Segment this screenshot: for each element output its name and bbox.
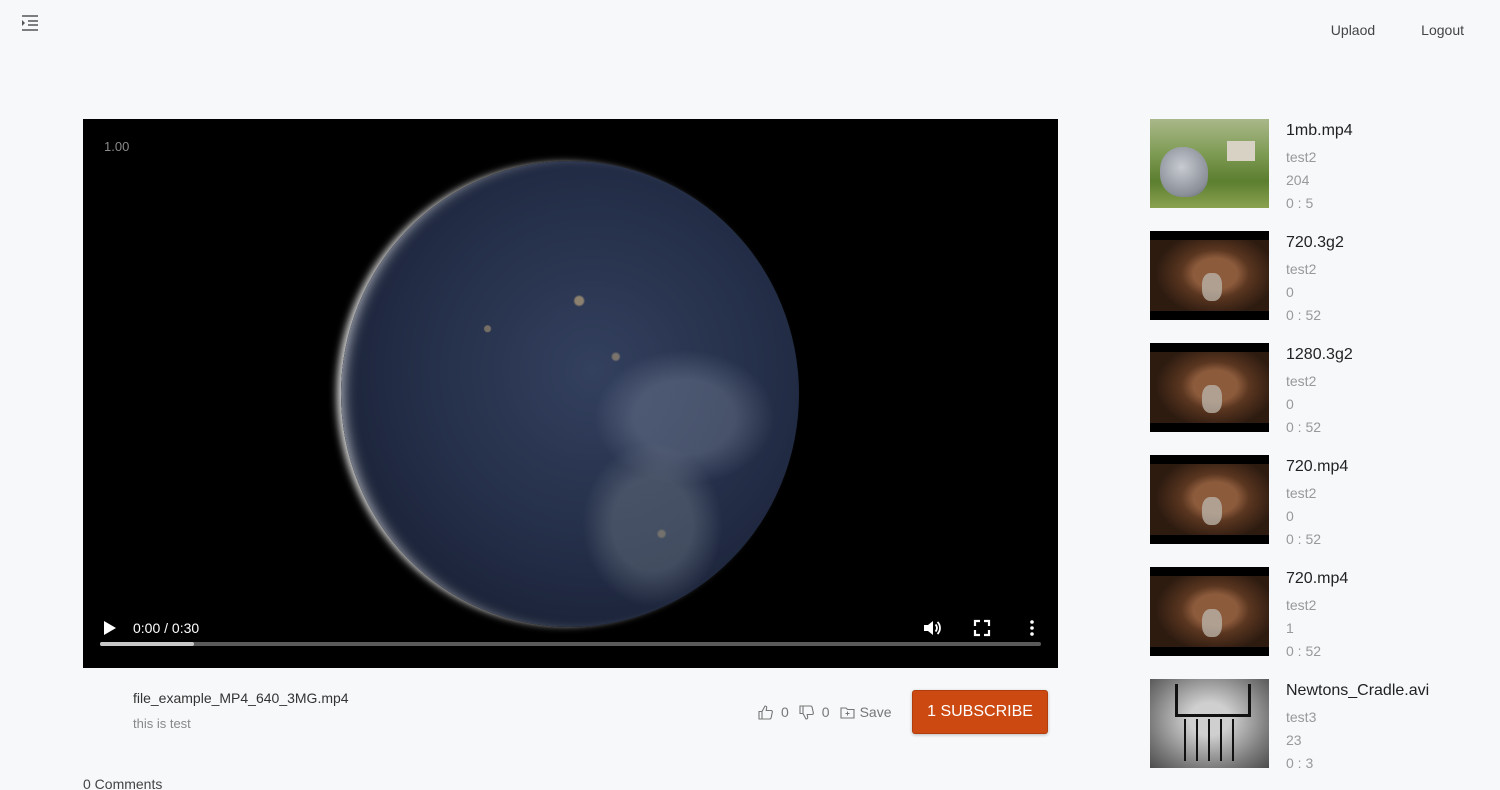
video-thumbnail[interactable]: [1150, 567, 1269, 656]
related-video-views: 0: [1286, 396, 1294, 412]
related-video-title[interactable]: 720.3g2: [1286, 234, 1344, 258]
related-video-title[interactable]: 1mb.mp4: [1286, 122, 1353, 146]
like-count: 0: [781, 704, 789, 720]
subscribe-button[interactable]: 1 SUBSCRIBE: [912, 690, 1048, 734]
video-description: this is test: [133, 716, 191, 731]
related-video-item[interactable]: 1280.3g2 test2 0 0 : 52: [1150, 343, 1480, 455]
related-videos: 1mb.mp4 test2 204 0 : 5 720.3g2 test2 0 …: [1150, 119, 1480, 790]
related-video-user: test2: [1286, 485, 1317, 501]
fullscreen-icon[interactable]: [972, 618, 992, 638]
thumbs-up-icon: [758, 704, 773, 720]
progress-buffered: [100, 642, 195, 646]
video-actions: 0 0 Save: [758, 704, 902, 720]
video-info: file_example_MP4_640_3MG.mp4 this is tes…: [133, 690, 349, 731]
related-video-duration: 0 : 52: [1286, 307, 1322, 323]
video-thumbnail[interactable]: [1150, 679, 1269, 768]
player-controls: 0:00 / 0:30: [83, 598, 1058, 668]
video-title: file_example_MP4_640_3MG.mp4: [133, 690, 349, 706]
like-button[interactable]: 0: [758, 704, 789, 720]
related-video-title[interactable]: 720.mp4: [1286, 570, 1348, 594]
related-video-views: 204: [1286, 172, 1310, 188]
related-video-views: 1: [1286, 620, 1294, 636]
related-video-duration: 0 : 52: [1286, 643, 1322, 659]
video-thumbnail[interactable]: [1150, 119, 1269, 208]
video-player[interactable]: 1.00 0:00 / 0:30: [83, 119, 1058, 668]
playback-speed: 1.00: [104, 139, 130, 154]
related-video-user: test2: [1286, 597, 1317, 613]
related-video-title[interactable]: 1280.3g2: [1286, 346, 1353, 370]
menu-indent-icon[interactable]: [20, 14, 40, 32]
related-video-item[interactable]: 1mb.mp4 test2 204 0 : 5: [1150, 119, 1480, 231]
more-options-icon[interactable]: [1022, 618, 1042, 638]
upload-link[interactable]: Uplaod: [1331, 22, 1375, 38]
related-video-item[interactable]: 720.3g2 test2 0 0 : 52: [1150, 231, 1480, 343]
dislike-button[interactable]: 0: [799, 704, 830, 720]
related-video-item[interactable]: Newtons_Cradle.avi test3 23 0 : 3: [1150, 679, 1480, 790]
folder-add-icon: [840, 706, 855, 719]
save-button[interactable]: Save: [840, 704, 892, 720]
related-video-duration: 0 : 5: [1286, 195, 1314, 211]
related-video-user: test3: [1286, 709, 1317, 725]
related-video-duration: 0 : 52: [1286, 531, 1322, 547]
related-video-user: test2: [1286, 261, 1317, 277]
related-video-user: test2: [1286, 149, 1317, 165]
related-video-title[interactable]: Newtons_Cradle.avi: [1286, 682, 1429, 706]
video-thumbnail[interactable]: [1150, 343, 1269, 432]
play-icon[interactable]: [103, 620, 117, 636]
related-video-item[interactable]: 720.mp4 test2 0 0 : 52: [1150, 455, 1480, 567]
video-thumbnail[interactable]: [1150, 231, 1269, 320]
related-video-title[interactable]: 720.mp4: [1286, 458, 1348, 482]
related-video-views: 23: [1286, 732, 1302, 748]
save-label: Save: [859, 704, 892, 720]
time-display: 0:00 / 0:30: [133, 620, 200, 636]
logout-link[interactable]: Logout: [1421, 22, 1464, 38]
thumbs-down-icon: [799, 704, 814, 720]
related-video-user: test2: [1286, 373, 1317, 389]
top-nav: Uplaod Logout: [1331, 22, 1464, 38]
dislike-count: 0: [821, 704, 830, 720]
volume-icon[interactable]: [922, 618, 942, 638]
video-thumbnail[interactable]: [1150, 455, 1269, 544]
related-video-views: 0: [1286, 508, 1294, 524]
related-video-duration: 0 : 52: [1286, 419, 1322, 435]
related-video-views: 0: [1286, 284, 1294, 300]
progress-bar[interactable]: [100, 642, 1041, 646]
comments-count: 0 Comments: [83, 776, 163, 790]
video-frame: [341, 161, 799, 627]
related-video-item[interactable]: 720.mp4 test2 1 0 : 52: [1150, 567, 1480, 679]
related-video-duration: 0 : 3: [1286, 755, 1314, 771]
